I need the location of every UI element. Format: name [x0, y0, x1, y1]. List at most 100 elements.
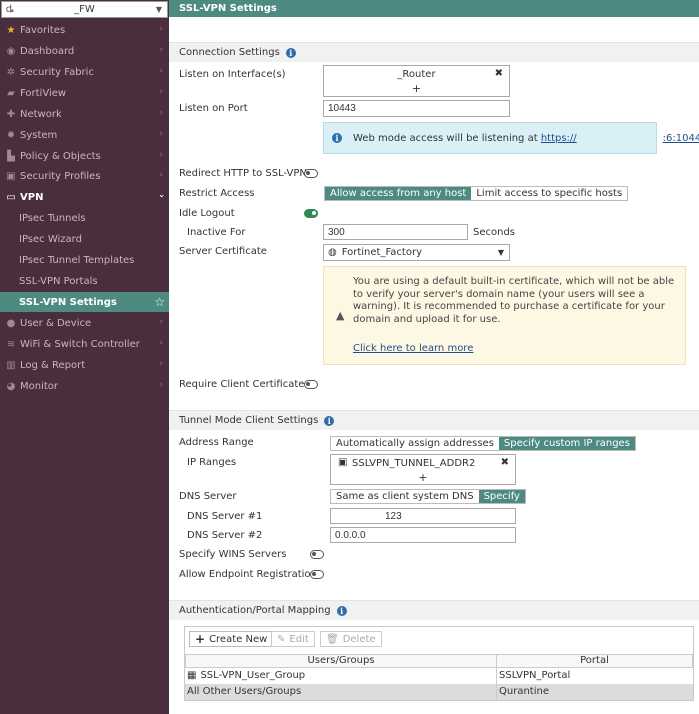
- info-icon[interactable]: i: [324, 415, 335, 426]
- star-icon: ★: [6, 24, 16, 36]
- create-new-button[interactable]: + Create New: [189, 631, 274, 647]
- redirect-label: Redirect HTTP to SSL-VPN: [179, 168, 307, 179]
- sidebar-subitem-ipsec-tunnel-templates[interactable]: IPsec Tunnel Templates: [0, 250, 169, 270]
- edit-label: Edit: [289, 633, 309, 645]
- specify-dns-option[interactable]: Specify: [478, 490, 525, 503]
- sidebar-item-vpn[interactable]: ▭ VPN ›: [0, 187, 169, 207]
- plus-icon: +: [195, 632, 206, 646]
- server-cert-value: Fortinet_Factory: [341, 247, 422, 258]
- redirect-toggle[interactable]: [304, 169, 318, 178]
- row-users: All Other Users/Groups: [187, 686, 302, 697]
- sidebar-item-wifi-switch-controller[interactable]: ≋ WiFi & Switch Controller ›: [0, 334, 169, 354]
- sidebar-subitem-label: SSL-VPN Portals: [19, 275, 98, 287]
- sidebar-item-label: Dashboard: [20, 45, 75, 57]
- inactive-for-label: Inactive For: [187, 227, 246, 238]
- device-icon: ȡ: [5, 4, 15, 15]
- wins-toggle[interactable]: [310, 550, 324, 559]
- sidebar-subitem-ssl-vpn-settings[interactable]: SSL-VPN Settings ☆: [0, 292, 169, 312]
- learn-more-link[interactable]: Click here to learn more: [353, 343, 473, 354]
- restrict-access-label: Restrict Access: [179, 188, 255, 199]
- require-cert-toggle[interactable]: [304, 380, 318, 389]
- tunnel-settings-header: Tunnel Mode Client Settings i: [169, 410, 699, 430]
- table-row[interactable]: All Other Users/Groups Qurantine: [185, 684, 693, 700]
- page-title: SSL-VPN Settings: [169, 0, 699, 17]
- delete-button[interactable]: 🗑 Delete: [320, 631, 382, 647]
- user-icon: ●: [6, 317, 16, 329]
- sidebar-item-log-report[interactable]: ▥ Log & Report ›: [0, 355, 169, 375]
- edit-button[interactable]: ✎ Edit: [271, 631, 315, 647]
- globe-icon: ◍: [328, 247, 337, 258]
- sidebar-subitem-ssl-vpn-portals[interactable]: SSL-VPN Portals: [0, 271, 169, 291]
- dns1-input[interactable]: [330, 508, 516, 524]
- ip-ranges-field[interactable]: ▣ SSLVPN_TUNNEL_ADDR2 ✖ +: [330, 454, 516, 485]
- chart-icon: ▰: [7, 87, 15, 99]
- restrict-access-selector: Allow access from any host Limit access …: [324, 186, 629, 201]
- inactive-unit: Seconds: [473, 227, 516, 238]
- close-icon[interactable]: ✖: [495, 68, 503, 79]
- web-mode-link[interactable]: https://: [541, 133, 577, 144]
- sidebar-subitem-label: IPsec Wizard: [19, 233, 82, 245]
- sidebar-item-dashboard[interactable]: ◉ Dashboard ›: [0, 41, 169, 61]
- chevron-right-icon: ›: [159, 359, 163, 369]
- sidebar-item-security-fabric[interactable]: ✲ Security Fabric ›: [0, 62, 169, 82]
- server-cert-label: Server Certificate: [179, 246, 267, 257]
- idle-logout-label: Idle Logout: [179, 208, 235, 219]
- info-icon[interactable]: i: [336, 605, 347, 616]
- sidebar-item-fortiview[interactable]: ▰ FortiView ›: [0, 83, 169, 103]
- column-header-users[interactable]: Users/Groups: [185, 654, 497, 668]
- interface-entry[interactable]: _Router: [324, 69, 509, 80]
- chevron-right-icon: ›: [159, 338, 163, 348]
- dns2-label: DNS Server #2: [187, 530, 263, 541]
- chevron-right-icon: ›: [159, 45, 163, 55]
- ip-range-entry[interactable]: SSLVPN_TUNNEL_ADDR2: [352, 458, 475, 469]
- sidebar-item-security-profiles[interactable]: ▣ Security Profiles ›: [0, 166, 169, 186]
- sidebar-item-network[interactable]: ✚ Network ›: [0, 104, 169, 124]
- warning-icon: ▲: [336, 309, 345, 322]
- device-name: _FW: [74, 4, 95, 15]
- chevron-down-icon: ▼: [497, 248, 504, 257]
- network-icon: ✚: [6, 108, 16, 120]
- chevron-right-icon: ›: [159, 87, 163, 97]
- same-as-client-dns-option[interactable]: Same as client system DNS: [331, 490, 479, 503]
- chevron-right-icon: ›: [159, 380, 163, 390]
- listen-port-input[interactable]: [323, 100, 510, 117]
- custom-ranges-option[interactable]: Specify custom IP ranges: [498, 437, 635, 450]
- inactive-for-input[interactable]: [323, 224, 468, 240]
- server-cert-select[interactable]: ◍ Fortinet_Factory ▼: [323, 244, 510, 261]
- sidebar-item-monitor[interactable]: ◕ Monitor ›: [0, 376, 169, 396]
- web-mode-link-port[interactable]: :6:10443: [663, 133, 699, 144]
- sidebar-item-system[interactable]: ✹ System ›: [0, 125, 169, 145]
- chevron-right-icon: ›: [159, 170, 163, 180]
- require-cert-label: Require Client Certificate: [179, 379, 305, 390]
- table-row[interactable]: ▦ SSL-VPN_User_Group SSLVPN_Portal: [185, 668, 693, 684]
- monitor-pie-icon: ◕: [6, 380, 16, 392]
- sidebar-item-user-device[interactable]: ● User & Device ›: [0, 313, 169, 333]
- dns2-input[interactable]: [330, 527, 516, 543]
- close-icon[interactable]: ✖: [501, 457, 509, 468]
- endpoint-toggle[interactable]: [310, 570, 324, 579]
- sidebar-subitem-ipsec-wizard[interactable]: IPsec Wizard: [0, 229, 169, 249]
- chevron-right-icon: ›: [156, 194, 167, 198]
- listen-interface-field[interactable]: _Router ✖ +: [323, 65, 510, 97]
- group-icon: ▦: [187, 670, 197, 681]
- policy-icon: ▙: [7, 150, 15, 162]
- idle-logout-toggle[interactable]: [304, 209, 318, 218]
- device-selector[interactable]: ȡ _FW ▼: [1, 1, 168, 18]
- auth-mapping-table: + Create New ✎ Edit 🗑 Delete Users/Group…: [184, 626, 694, 701]
- sidebar-item-favorites[interactable]: ★ Favorites ›: [0, 20, 169, 40]
- info-icon[interactable]: i: [285, 47, 296, 58]
- sidebar-item-policy-objects[interactable]: ▙ Policy & Objects ›: [0, 146, 169, 166]
- monitor-icon: ▭: [6, 191, 16, 203]
- sidebar-subitem-ipsec-tunnels[interactable]: IPsec Tunnels: [0, 208, 169, 228]
- favorite-star-icon[interactable]: ☆: [154, 295, 165, 309]
- allow-any-host-option[interactable]: Allow access from any host: [325, 187, 472, 200]
- add-icon[interactable]: +: [331, 471, 515, 484]
- chevron-right-icon: ›: [159, 66, 163, 76]
- auto-assign-option[interactable]: Automatically assign addresses: [331, 437, 499, 450]
- chevron-right-icon: ›: [159, 129, 163, 139]
- trash-icon: 🗑: [326, 633, 339, 645]
- add-icon[interactable]: +: [324, 82, 509, 95]
- column-header-portal[interactable]: Portal: [496, 654, 693, 668]
- row-portal: SSLVPN_Portal: [499, 670, 571, 681]
- limit-hosts-option[interactable]: Limit access to specific hosts: [471, 187, 628, 200]
